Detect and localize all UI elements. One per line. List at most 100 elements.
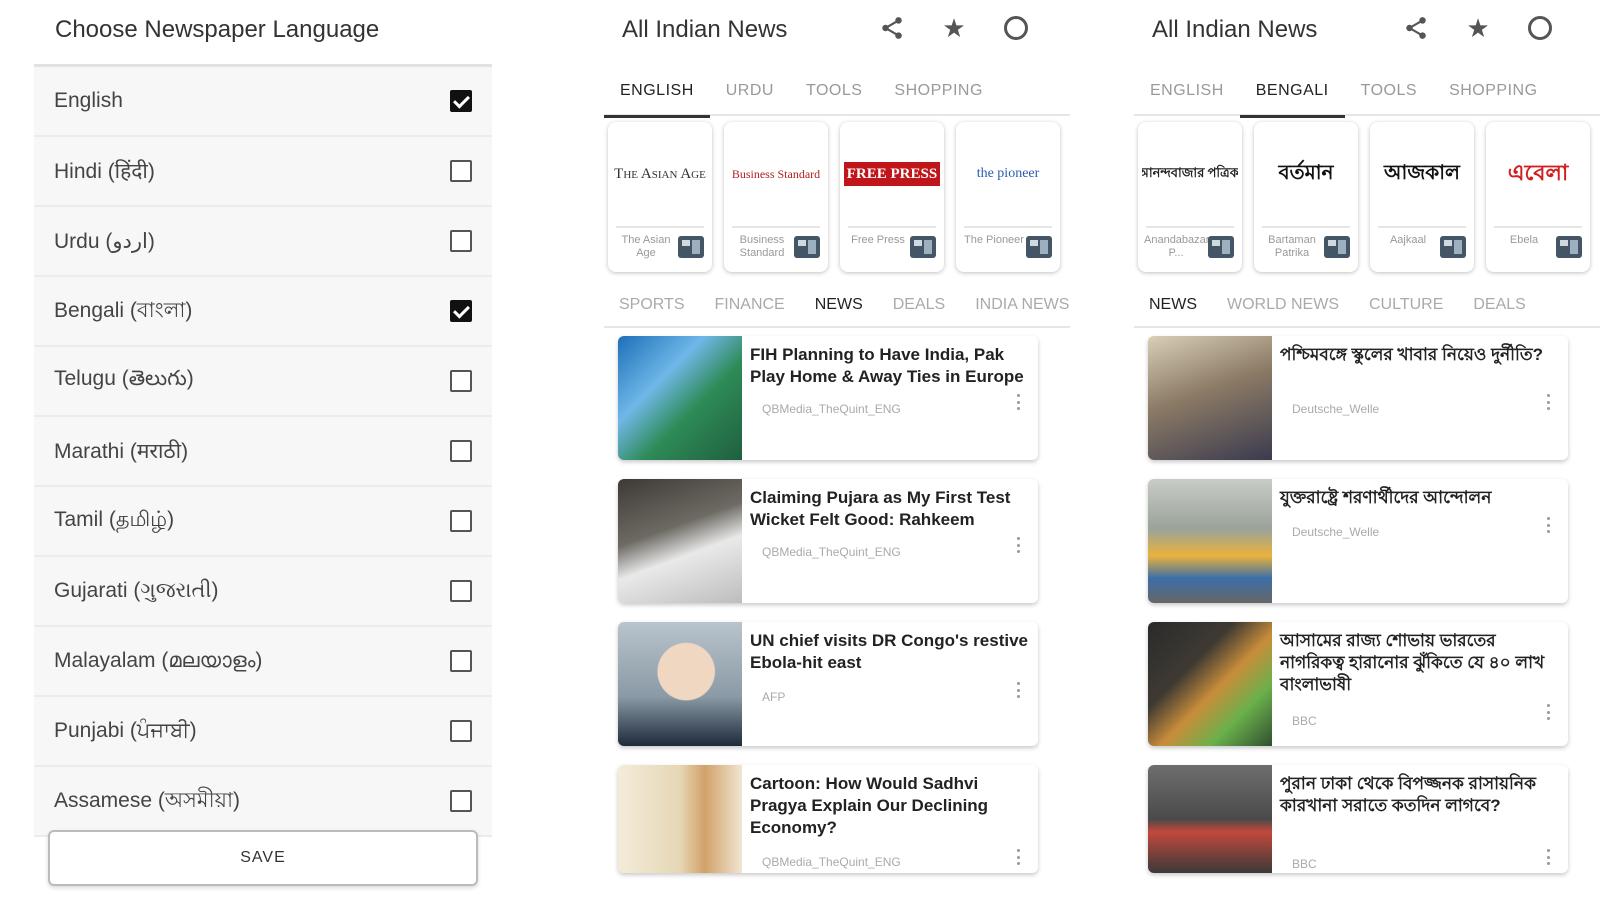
tab-tools[interactable]: TOOLS bbox=[790, 72, 878, 116]
newspaper-icon[interactable] bbox=[1440, 236, 1466, 258]
language-label: Bengali (বাংলা) bbox=[54, 298, 193, 322]
tab-news[interactable]: NEWS bbox=[800, 284, 878, 326]
newspaper-card[interactable]: Business Standard Business Standard bbox=[724, 122, 828, 272]
language-chooser-screen: Choose Newspaper Language English Hindi … bbox=[34, 0, 492, 900]
language-label: Hindi (हिंदी) bbox=[54, 160, 155, 183]
newspaper-name: Anandabazar P... bbox=[1144, 234, 1210, 259]
checkbox[interactable] bbox=[450, 580, 472, 602]
checkbox[interactable] bbox=[450, 160, 472, 182]
checkbox[interactable] bbox=[450, 510, 472, 532]
language-option-hindi[interactable]: Hindi (हिंदी) bbox=[34, 137, 492, 207]
newspaper-card[interactable]: এবেলা Ebela bbox=[1486, 122, 1590, 272]
tab-india-news[interactable]: INDIA NEWS bbox=[960, 284, 1070, 326]
checkbox[interactable] bbox=[450, 650, 472, 672]
newspaper-name: The Asian Age bbox=[621, 234, 671, 259]
article-card[interactable]: UN chief visits DR Congo's restive Ebola… bbox=[618, 622, 1038, 746]
checkbox-checked[interactable] bbox=[450, 300, 472, 322]
article-list: পশ্চিমবঙ্গে স্কুলের খাবার নিয়েও দুর্নীত… bbox=[1148, 336, 1568, 892]
divider bbox=[1262, 226, 1350, 228]
more-options-icon[interactable] bbox=[1016, 537, 1020, 553]
language-option-malayalam[interactable]: Malayalam (മലയാളം) bbox=[34, 627, 492, 697]
language-option-marathi[interactable]: Marathi (मराठी) bbox=[34, 417, 492, 487]
newspaper-logo: FREE PRESS bbox=[844, 162, 940, 186]
newspaper-card[interactable]: আজকাল Aajkaal bbox=[1370, 122, 1474, 272]
circle-icon[interactable] bbox=[1002, 14, 1030, 42]
newspaper-card[interactable]: বর্তমান Bartaman Patrika bbox=[1254, 122, 1358, 272]
article-thumbnail bbox=[618, 479, 742, 603]
tab-urdu[interactable]: URDU bbox=[710, 72, 790, 116]
checkbox[interactable] bbox=[450, 230, 472, 252]
language-option-bengali[interactable]: Bengali (বাংলা) bbox=[34, 277, 492, 347]
app-title: All Indian News bbox=[622, 16, 788, 43]
star-icon[interactable]: ★ bbox=[1464, 13, 1492, 43]
more-options-icon[interactable] bbox=[1016, 682, 1020, 698]
tab-tools[interactable]: TOOLS bbox=[1345, 72, 1433, 116]
tab-deals[interactable]: DEALS bbox=[878, 284, 960, 326]
article-card[interactable]: FIH Planning to Have India, Pak Play Hom… bbox=[618, 336, 1038, 460]
newspaper-card[interactable]: the pioneer The Pioneer bbox=[956, 122, 1060, 272]
tab-news[interactable]: NEWS bbox=[1134, 284, 1212, 326]
more-options-icon[interactable] bbox=[1546, 517, 1550, 533]
tab-bengali[interactable]: BENGALI bbox=[1239, 72, 1345, 118]
screen-title: Choose Newspaper Language bbox=[55, 16, 380, 43]
more-options-icon[interactable] bbox=[1016, 849, 1020, 865]
article-source: QBMedia_TheQuint_ENG bbox=[762, 402, 901, 416]
language-option-english[interactable]: English bbox=[34, 67, 492, 137]
language-option-gujarati[interactable]: Gujarati (ગુજરાતી) bbox=[34, 557, 492, 627]
article-source: AFP bbox=[762, 690, 786, 704]
newspaper-card[interactable]: FREE PRESS Free Press bbox=[840, 122, 944, 272]
article-thumbnail bbox=[618, 336, 742, 460]
tab-shopping[interactable]: SHOPPING bbox=[1433, 72, 1553, 116]
newspaper-icon[interactable] bbox=[794, 236, 820, 258]
newspaper-icon[interactable] bbox=[1208, 236, 1234, 258]
tab-deals[interactable]: DEALS bbox=[1458, 284, 1540, 326]
checkbox[interactable] bbox=[450, 370, 472, 392]
newspaper-card[interactable]: আনন্দবাজার পত্রিকা Anandabazar P... bbox=[1138, 122, 1242, 272]
tab-english[interactable]: ENGLISH bbox=[1134, 72, 1240, 116]
language-list: English Hindi (हिंदी) Urdu (اردو) Bengal… bbox=[34, 64, 492, 837]
article-source: Deutsche_Welle bbox=[1292, 525, 1380, 539]
more-options-icon[interactable] bbox=[1546, 394, 1550, 410]
checkbox-checked[interactable] bbox=[450, 90, 472, 112]
save-button[interactable]: SAVE bbox=[48, 830, 478, 886]
checkbox[interactable] bbox=[450, 720, 472, 742]
tab-world-news[interactable]: WORLD NEWS bbox=[1212, 284, 1354, 326]
newspaper-card[interactable]: The Asian Age The Asian Age bbox=[608, 122, 712, 272]
language-label: Urdu (اردو) bbox=[54, 229, 155, 253]
article-card[interactable]: যুক্তরাষ্ট্রে শরণার্থীদের আন্দোলন Deutsc… bbox=[1148, 479, 1568, 603]
newspaper-icon[interactable] bbox=[678, 236, 704, 258]
checkbox[interactable] bbox=[450, 790, 472, 812]
language-option-telugu[interactable]: Telugu (తెలుగు) bbox=[34, 347, 492, 417]
share-icon[interactable] bbox=[1402, 14, 1430, 42]
tab-culture[interactable]: CULTURE bbox=[1354, 284, 1458, 326]
circle-icon[interactable] bbox=[1526, 14, 1554, 42]
checkbox[interactable] bbox=[450, 440, 472, 462]
language-option-punjabi[interactable]: Punjabi (ਪੰਜਾਬੀ) bbox=[34, 697, 492, 767]
article-card[interactable]: Cartoon: How Would Sadhvi Pragya Explain… bbox=[618, 765, 1038, 873]
article-source: QBMedia_TheQuint_ENG bbox=[762, 545, 901, 559]
article-card[interactable]: Claiming Pujara as My First Test Wicket … bbox=[618, 479, 1038, 603]
share-icon[interactable] bbox=[878, 14, 906, 42]
bengali-news-screen: All Indian News ★ ENGLISH BENGALI TOOLS … bbox=[1134, 0, 1600, 900]
newspaper-icon[interactable] bbox=[910, 236, 936, 258]
language-option-assamese[interactable]: Assamese (অসমীয়া) bbox=[34, 767, 492, 837]
newspaper-icon[interactable] bbox=[1324, 236, 1350, 258]
newspaper-icon[interactable] bbox=[1556, 236, 1582, 258]
more-options-icon[interactable] bbox=[1546, 704, 1550, 720]
article-card[interactable]: পুরান ঢাকা থেকে বিপজ্জনক রাসায়নিক কারখা… bbox=[1148, 765, 1568, 873]
language-option-urdu[interactable]: Urdu (اردو) bbox=[34, 207, 492, 277]
article-card[interactable]: আসামের রাজ্য শোভায় ভারতের নাগরিকত্ব হার… bbox=[1148, 622, 1568, 746]
star-icon[interactable]: ★ bbox=[940, 13, 968, 43]
tab-shopping[interactable]: SHOPPING bbox=[878, 72, 998, 116]
language-option-tamil[interactable]: Tamil (தமிழ்) bbox=[34, 487, 492, 557]
article-source: QBMedia_TheQuint_ENG bbox=[762, 855, 901, 869]
more-options-icon[interactable] bbox=[1016, 394, 1020, 410]
tab-finance[interactable]: FINANCE bbox=[700, 284, 800, 326]
tab-english[interactable]: ENGLISH bbox=[604, 72, 710, 118]
language-label: Malayalam (മലയാളം) bbox=[54, 649, 263, 672]
newspaper-name: The Pioneer bbox=[964, 234, 1024, 246]
more-options-icon[interactable] bbox=[1546, 849, 1550, 865]
tab-sports[interactable]: SPORTS bbox=[604, 284, 700, 326]
article-card[interactable]: পশ্চিমবঙ্গে স্কুলের খাবার নিয়েও দুর্নীত… bbox=[1148, 336, 1568, 460]
newspaper-icon[interactable] bbox=[1026, 236, 1052, 258]
